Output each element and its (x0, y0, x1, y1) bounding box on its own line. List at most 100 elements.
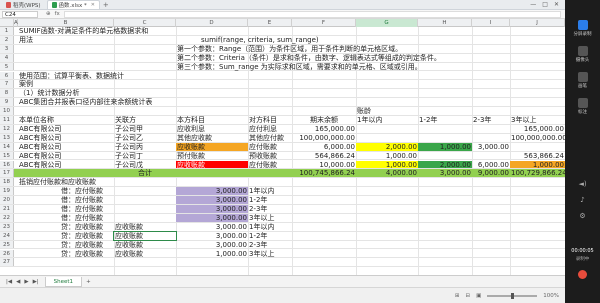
cell-e26[interactable]: 3年以上 (248, 250, 292, 258)
cell-h14[interactable]: 1,000.00 (418, 142, 472, 151)
row-number[interactable]: 16 (0, 160, 14, 169)
row-number[interactable]: 25 (0, 240, 14, 249)
cell-j16[interactable]: 1,000.00 (510, 160, 565, 169)
row-number[interactable]: 26 (0, 249, 14, 258)
row-number[interactable]: 22 (0, 213, 14, 222)
cell-c16[interactable]: 子公司戊 (114, 161, 176, 169)
row-number[interactable]: 18 (0, 178, 14, 187)
cell-d20[interactable]: 3,000.00 (176, 196, 248, 204)
row-number[interactable]: 7 (0, 80, 14, 89)
camera-button[interactable]: 摄像头 (569, 46, 596, 63)
stop-record-icon[interactable] (578, 270, 587, 279)
cell-f17[interactable]: 100,745,866.24 (292, 169, 356, 177)
cell-d21[interactable]: 3,000.00 (176, 205, 248, 213)
row-number[interactable]: 12 (0, 124, 14, 133)
cell-g10[interactable]: 账龄 (356, 107, 418, 115)
cell-g15[interactable]: 1,000.00 (356, 152, 418, 160)
spreadsheet-grid[interactable]: 1 SUMIF函数-对满足条件的单元格数据求和 2 用法 sumif(range… (0, 27, 565, 275)
last-sheet-icon[interactable]: ▶| (33, 279, 39, 285)
header-cell-entity[interactable]: 本单位名称 (18, 116, 114, 124)
column-c-header[interactable]: C (114, 19, 176, 27)
column-j-header[interactable]: J (510, 19, 565, 27)
row-number[interactable]: 20 (0, 196, 14, 204)
row-number[interactable]: 14 (0, 142, 14, 151)
cell-d14[interactable]: 应收账款 (176, 142, 248, 151)
zoom-level[interactable]: 100% (543, 293, 559, 299)
cell-c25[interactable]: 应收账款 (114, 241, 176, 249)
row-number[interactable]: 2 (0, 35, 14, 44)
cell-b7[interactable]: 案例 (18, 80, 114, 88)
close-button[interactable]: ✕ (554, 1, 559, 8)
cell-j13[interactable]: 100,000,000.00 (510, 134, 565, 142)
tab-docer[interactable]: 稻壳(WPS) (2, 0, 45, 9)
cell-e25[interactable]: 2-3年 (248, 241, 292, 249)
header-cell-within-1y[interactable]: 1年以内 (356, 116, 418, 124)
tab-workbook[interactable]: 函数.xlsx * ✕ (46, 0, 100, 9)
zoom-slider[interactable] (487, 292, 538, 299)
page-break-icon[interactable]: ▣ (476, 293, 481, 299)
row-number[interactable]: 10 (0, 107, 14, 115)
column-b-header[interactable]: B (18, 19, 114, 27)
cell-b18[interactable]: 抵销应付账款和应收账款 (18, 178, 178, 186)
cell-b2[interactable]: 用法 (18, 36, 114, 44)
cell-f14[interactable]: 6,000.00 (292, 143, 356, 151)
cell-b23[interactable]: 贷：应收账款 (60, 223, 114, 231)
cell-f12[interactable]: 165,000.00 (292, 125, 356, 133)
volume-icon[interactable]: ◄) (565, 180, 600, 188)
cell-d26[interactable]: 1,000.00 (176, 250, 248, 258)
cell-c23[interactable]: 应收账款 (114, 223, 176, 231)
cell-b22[interactable]: 借：应付账款 (60, 214, 114, 222)
new-tab-button[interactable]: + (103, 1, 109, 9)
header-cell-related-party[interactable]: 关联方 (114, 116, 176, 124)
cell-g14[interactable]: 2,000.00 (356, 142, 418, 151)
cell-d13[interactable]: 其他应收款 (176, 134, 248, 142)
cell-b25[interactable]: 贷：应收账款 (60, 241, 114, 249)
row-number[interactable]: 4 (0, 53, 14, 62)
cell-b16[interactable]: ABC有限公司 (18, 161, 114, 169)
cell-i16[interactable]: 6,000.00 (472, 161, 510, 169)
cell-b24[interactable]: 贷：应收账款 (60, 232, 114, 240)
cell-f16[interactable]: 10,000.00 (292, 161, 356, 169)
maximize-button[interactable]: □ (542, 1, 548, 8)
row-number[interactable]: 9 (0, 98, 14, 107)
cell-g16[interactable]: 1,000.00 (356, 160, 418, 169)
row-number[interactable]: 17 (0, 169, 14, 178)
pen-button[interactable]: 画笔 (569, 72, 596, 89)
cell-b26[interactable]: 贷：应收账款 (60, 250, 114, 258)
column-h-header[interactable]: H (418, 19, 472, 27)
cell-g17[interactable]: 4,000.00 (356, 169, 418, 177)
cell-b20[interactable]: 借：应付账款 (60, 196, 114, 204)
annotate-button[interactable]: 标注 (569, 98, 596, 115)
cell-i17[interactable]: 9,000.00 (472, 169, 510, 177)
mic-icon[interactable]: ♪ (565, 196, 600, 204)
next-sheet-icon[interactable]: ▶ (24, 279, 28, 285)
cell-d23[interactable]: 3,000.00 (176, 223, 248, 231)
cell-c13[interactable]: 子公司乙 (114, 134, 176, 142)
cell-e14[interactable]: 应付账款 (248, 143, 292, 151)
cell-h16[interactable]: 2,000.00 (418, 160, 472, 169)
cell-e23[interactable]: 1年以内 (248, 223, 292, 231)
header-cell-over-3y[interactable]: 3年以上 (510, 116, 565, 124)
cell-b6[interactable]: 使用范围：试算平衡表、数据统计 (18, 72, 218, 80)
cell-j15[interactable]: 563,866.24 (510, 152, 565, 160)
settings-icon[interactable]: ⚙ (565, 212, 600, 220)
column-d-header[interactable]: D (176, 19, 248, 27)
header-cell-ending-balance[interactable]: 期末余额 (292, 116, 356, 124)
row-number[interactable]: 1 (0, 27, 14, 35)
row-number[interactable]: 23 (0, 222, 14, 231)
cell-e19[interactable]: 1年以内 (248, 187, 292, 195)
cell-e21[interactable]: 2-3年 (248, 205, 292, 213)
row-number[interactable]: 6 (0, 71, 14, 80)
cell-e22[interactable]: 3年以上 (248, 214, 292, 222)
total-label[interactable]: 合计 (114, 169, 176, 177)
normal-view-icon[interactable]: ⊞ (455, 293, 460, 299)
cell-e12[interactable]: 应付利息 (248, 125, 292, 133)
cell-d2[interactable]: sumif(range, criteria, sum_range) (200, 36, 400, 44)
cell-e20[interactable]: 1-2年 (248, 196, 292, 204)
cell-d24[interactable]: 3,000.00 (176, 232, 248, 240)
row-number[interactable]: 21 (0, 205, 14, 213)
cell-b21[interactable]: 借：应付账款 (60, 205, 114, 213)
row-number[interactable]: 11 (0, 116, 14, 124)
cell-f15[interactable]: 564,866.24 (292, 152, 356, 160)
header-cell-2-3y[interactable]: 2-3年 (472, 116, 510, 124)
